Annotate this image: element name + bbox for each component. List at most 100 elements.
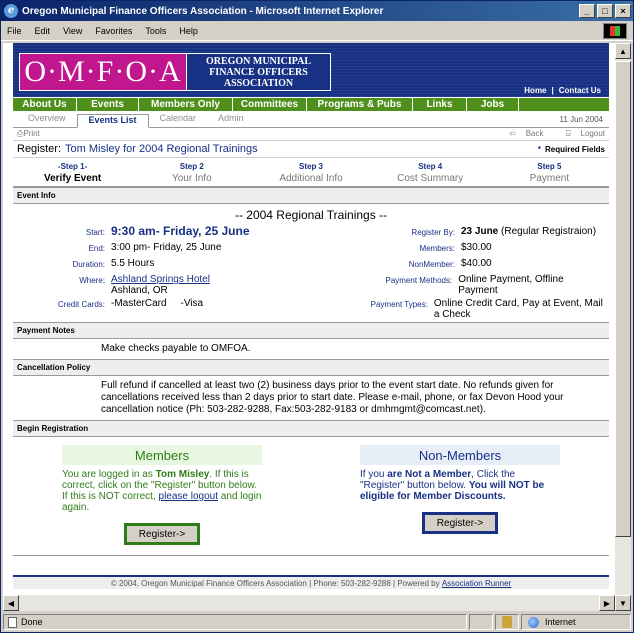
status-text: Done <box>3 614 467 630</box>
site-header: O·M·F·O·A OREGON MUNICIPAL FINANCE OFFIC… <box>13 43 609 97</box>
duration-value: 5.5 Hours <box>111 258 155 269</box>
security-zone: Internet <box>521 614 631 630</box>
footer-text: © 2004, Oregon Municipal Finance Officer… <box>110 578 440 588</box>
member-name: Tom Misley <box>155 469 210 480</box>
page-tools: ⎙Print ⇦ Back ⍈ Logout <box>13 128 609 140</box>
nav-committees[interactable]: Committees <box>233 98 307 111</box>
scroll-right-icon[interactable]: ▶ <box>599 595 615 611</box>
step-1: -Step 1- Verify Event <box>43 162 102 184</box>
tab-calendar[interactable]: Calendar <box>149 113 208 127</box>
nonmember-price: $40.00 <box>461 258 492 269</box>
event-details: Start: 9:30 am- Friday, 25 June End: 3:00 … <box>13 225 609 322</box>
nav-jobs[interactable]: Jobs <box>467 98 519 111</box>
maximize-button[interactable]: □ <box>597 4 613 18</box>
close-button[interactable]: × <box>615 4 631 18</box>
register-by-note: (Regular Registraion) <box>501 226 597 237</box>
current-date: 11 Jun 2004 <box>559 115 603 124</box>
required-fields-note: * Required Fields <box>537 144 605 154</box>
members-heading: Members <box>62 445 262 465</box>
scroll-down-icon[interactable]: ▼ <box>615 595 631 611</box>
tab-overview[interactable]: Overview <box>17 113 77 127</box>
menu-bar: File Edit View Favorites Tools Help <box>1 21 633 41</box>
start-label: Start: <box>85 228 105 237</box>
menu-tools[interactable]: Tools <box>145 26 166 36</box>
menu-file[interactable]: File <box>7 26 22 36</box>
card-mastercard: -MasterCard <box>111 298 167 309</box>
back-icon: ⇦ <box>508 129 516 138</box>
logout-text-link[interactable]: please logout <box>159 491 219 502</box>
scroll-left-icon[interactable]: ◀ <box>3 595 19 611</box>
sub-tabs: Overview Events List Calendar Admin 11 J… <box>13 112 609 128</box>
members-price: $30.00 <box>461 242 492 253</box>
minimize-button[interactable]: _ <box>579 4 595 18</box>
nav-events[interactable]: Events <box>77 98 139 111</box>
contact-link[interactable]: Contact Us <box>559 86 601 95</box>
nonmembers-text: If you are Not a Member, Click the "Regi… <box>360 469 545 502</box>
logo-letters: O·M·F·O·A <box>19 53 187 91</box>
browser-window: e Oregon Municipal Finance Officers Asso… <box>0 0 634 633</box>
required-marker: * <box>537 144 541 154</box>
step-3: Step 3 Additional Info <box>279 162 343 184</box>
nonmember-price-label: NonMember: <box>408 260 455 269</box>
page-icon <box>8 616 17 628</box>
payment-types-value: Online Credit Card, Pay at Event, Mail a… <box>433 298 603 320</box>
top-links: Home | Contact Us <box>524 86 601 95</box>
nav-filler <box>519 98 609 111</box>
web-page: O·M·F·O·A OREGON MUNICIPAL FINANCE OFFIC… <box>13 43 609 611</box>
print-link[interactable]: ⎙Print <box>17 129 40 139</box>
step-progress: -Step 1- Verify Event Step 2 Your Info Ste… <box>13 158 609 187</box>
title-bar: e Oregon Municipal Finance Officers Asso… <box>1 1 633 21</box>
home-link[interactable]: Home <box>524 86 546 95</box>
nav-programs-pubs[interactable]: Programs & Pubs <box>307 98 413 111</box>
nonmembers-heading: Non-Members <box>360 445 560 465</box>
horizontal-scrollbar[interactable]: ◀ ▶ <box>3 595 615 611</box>
cancellation-header: Cancellation Policy <box>13 359 609 376</box>
menu-favorites[interactable]: Favorites <box>95 26 132 36</box>
registration-options: Members You are logged in as Tom Misley.… <box>13 437 609 556</box>
register-bar: Register: Tom Misley for 2004 Regional Tr… <box>13 140 609 158</box>
member-register-button[interactable]: Register-> <box>123 523 201 545</box>
omfoa-logo[interactable]: O·M·F·O·A OREGON MUNICIPAL FINANCE OFFIC… <box>19 53 331 91</box>
scroll-up-icon[interactable]: ▲ <box>615 43 631 59</box>
ie-icon: e <box>4 4 18 18</box>
nonmember-register-button[interactable]: Register-> <box>421 512 499 534</box>
duration-label: Duration: <box>72 260 105 269</box>
scroll-thumb[interactable] <box>615 61 631 537</box>
association-runner-link[interactable]: Association Runner <box>442 579 511 588</box>
tab-events-list[interactable]: Events List <box>76 114 149 128</box>
step-4: Step 4 Cost Summary <box>397 162 464 184</box>
venue-link[interactable]: Ashland Springs Hotel <box>111 274 210 285</box>
status-cell <box>469 614 493 630</box>
back-link[interactable]: ⇦ Back <box>499 129 544 138</box>
menu-view[interactable]: View <box>63 26 82 36</box>
begin-registration-header: Begin Registration <box>13 420 609 437</box>
nav-members-only[interactable]: Members Only <box>139 98 233 111</box>
payment-notes-header: Payment Notes <box>13 322 609 339</box>
where-label: Where: <box>79 276 105 285</box>
page-viewport: O·M·F·O·A OREGON MUNICIPAL FINANCE OFFIC… <box>3 43 615 611</box>
cancellation-text: Full refund if cancelled at least two (2… <box>101 380 564 415</box>
globe-icon <box>528 616 539 628</box>
event-info-header: Event Info <box>13 187 609 204</box>
step-5: Step 5 Payment <box>529 162 570 184</box>
event-details-right: Register By: 23 June (Regular Registraion… <box>311 226 603 322</box>
nonmembers-box: Non-Members If you are Not a Member, Cli… <box>311 445 609 545</box>
members-text: You are logged in as Tom Misley. If this… <box>62 469 262 513</box>
menu-edit[interactable]: Edit <box>35 26 51 36</box>
vertical-scrollbar[interactable]: ▲ ▼ <box>615 43 631 611</box>
payment-methods-label: Payment Methods: <box>385 276 453 285</box>
logout-link[interactable]: ⍈ Logout <box>556 129 605 138</box>
nav-tools: ⇦ Back ⍈ Logout <box>489 129 605 139</box>
nav-links[interactable]: Links <box>413 98 467 111</box>
lock-icon <box>502 616 512 628</box>
window-title: Oregon Municipal Finance Officers Associ… <box>22 5 384 17</box>
payment-types-label: Payment Types: <box>370 300 428 309</box>
nav-about-us[interactable]: About Us <box>13 98 77 111</box>
main-nav: About Us Events Members Only Committees … <box>13 97 609 111</box>
menu-help[interactable]: Help <box>179 26 198 36</box>
register-by-value: 23 June <box>461 226 499 237</box>
tab-admin[interactable]: Admin <box>207 113 255 127</box>
logout-icon: ⍈ <box>565 129 571 138</box>
logo-fullname: OREGON MUNICIPAL FINANCE OFFICERS ASSOCI… <box>187 53 331 91</box>
venue-city: Ashland, OR <box>111 285 168 296</box>
